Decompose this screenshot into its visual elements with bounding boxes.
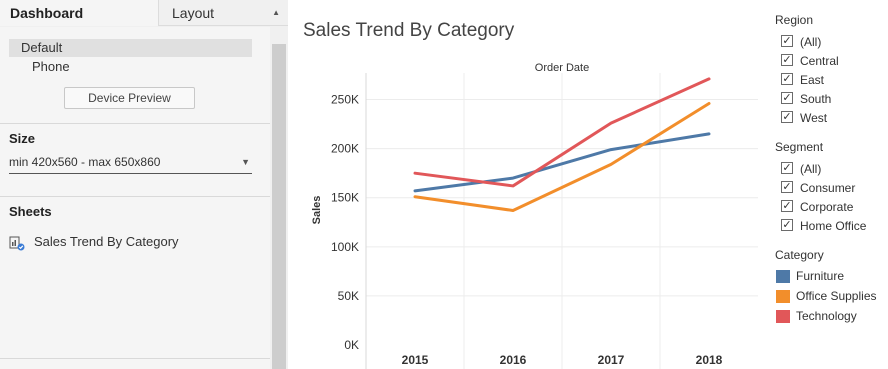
checkbox-checked-icon[interactable]: ✓ — [781, 200, 793, 212]
tab-dashboard[interactable]: Dashboard — [0, 0, 158, 26]
legend-swatch — [776, 310, 790, 323]
y-tick-label: 100K — [331, 240, 359, 254]
y-tick-label: 200K — [331, 142, 359, 156]
region-filter-option-label: Central — [800, 54, 839, 68]
segment-filter-option-label: Home Office — [800, 219, 867, 233]
region-filter-option-label: East — [800, 73, 825, 87]
scrollbar-thumb[interactable] — [272, 44, 286, 369]
tab-layout[interactable]: Layout ▲▼ — [158, 0, 288, 43]
sales-line-chart: Order Date 0K 50K 100K 150K 200K 250K Sales 2015… — [311, 62, 758, 369]
x-tick-label: 2018 — [696, 353, 723, 367]
checkbox-checked-icon[interactable]: ✓ — [781, 181, 793, 193]
legend-label: Technology — [796, 309, 857, 323]
device-option-default[interactable]: Default — [9, 39, 252, 57]
sheets-section-title: Sheets — [9, 204, 52, 219]
segment-filter-option-label: Consumer — [800, 181, 856, 195]
checkbox-checked-icon[interactable]: ✓ — [781, 73, 793, 85]
dashboard-title: Sales Trend By Category — [303, 20, 515, 41]
segment-filter-option-label: Corporate — [800, 200, 854, 214]
region-filter-option-label: South — [800, 92, 832, 106]
device-option-phone[interactable]: Phone — [32, 58, 70, 76]
legend-swatch — [776, 290, 790, 303]
dropdown-arrow-icon: ▼ — [241, 157, 250, 167]
divider — [0, 123, 270, 124]
region-filter-option-label: West — [800, 111, 828, 125]
x-tick-label: 2015 — [402, 353, 429, 367]
x-axis-title: Order Date — [535, 62, 589, 74]
region-filter-title: Region — [775, 13, 814, 27]
legend-label: Furniture — [796, 269, 845, 283]
x-tick-label: 2017 — [598, 353, 625, 367]
y-tick-label: 50K — [338, 289, 359, 303]
divider — [0, 196, 270, 197]
y-tick-label: 250K — [331, 93, 359, 107]
divider — [0, 358, 270, 359]
region-filter-option-label: (All) — [800, 35, 822, 49]
dashboard-side-pane: Dashboard Layout ▲▼ Default Phone Device… — [0, 0, 288, 369]
size-section-title: Size — [9, 131, 36, 146]
category-legend-title: Category — [775, 248, 824, 262]
legend-swatch — [776, 270, 790, 283]
worksheet-icon — [9, 236, 25, 251]
checkbox-checked-icon[interactable]: ✓ — [781, 35, 793, 47]
checkbox-checked-icon[interactable]: ✓ — [781, 54, 793, 66]
size-dropdown-value: min 420x560 - max 650x860 — [9, 155, 161, 169]
tab-layout-label: Layout — [172, 5, 215, 21]
segment-filter-option-label: (All) — [800, 162, 822, 176]
pane-tab-bar: Dashboard Layout ▲▼ — [0, 0, 288, 43]
device-preview-button[interactable]: Device Preview — [64, 87, 195, 109]
checkbox-checked-icon[interactable]: ✓ — [781, 92, 793, 104]
y-axis-title: Sales — [311, 196, 323, 225]
checkbox-checked-icon[interactable]: ✓ — [781, 162, 793, 174]
size-dropdown[interactable]: min 420x560 - max 650x860 ▼ — [9, 152, 252, 174]
segment-filter-title: Segment — [775, 140, 824, 154]
sheet-item-label: Sales Trend By Category — [34, 234, 179, 249]
y-tick-label: 0K — [344, 338, 359, 352]
x-tick-label: 2016 — [500, 353, 527, 367]
checkbox-checked-icon[interactable]: ✓ — [781, 111, 793, 123]
checkbox-checked-icon[interactable]: ✓ — [781, 219, 793, 231]
legend-label: Office Supplies — [796, 289, 877, 303]
y-tick-label: 150K — [331, 191, 359, 205]
